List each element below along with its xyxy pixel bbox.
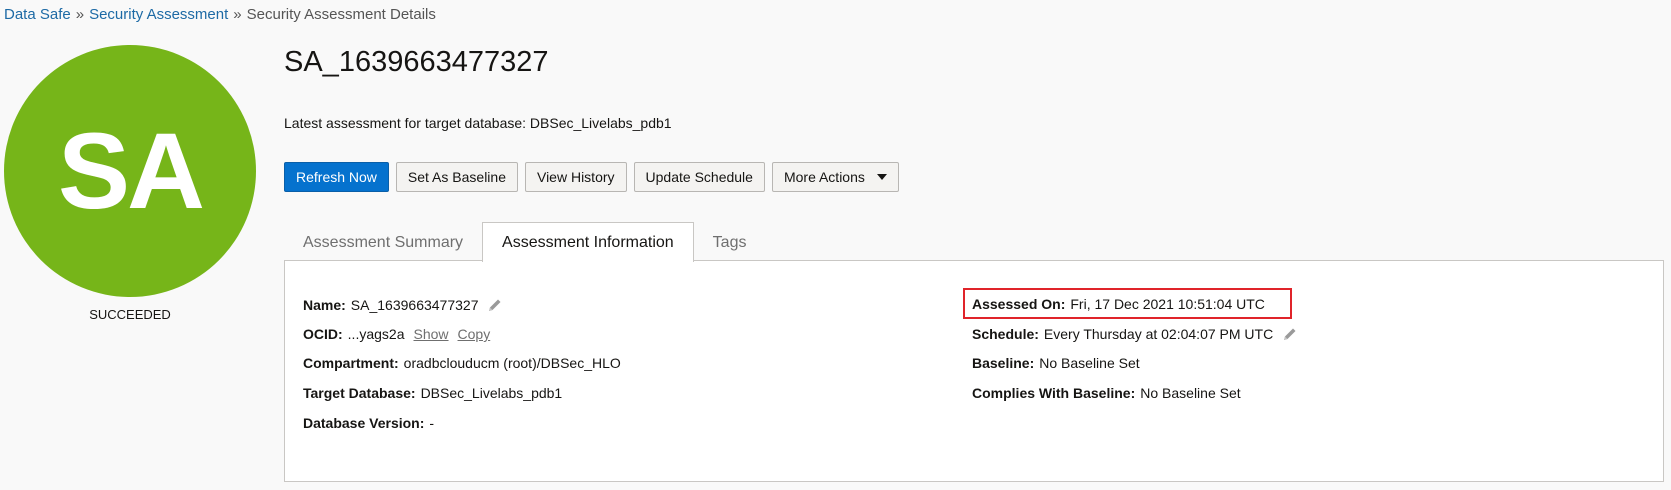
ocid-label: OCID:	[303, 326, 343, 342]
field-baseline: Baseline: No Baseline Set	[972, 355, 1140, 371]
baseline-value: No Baseline Set	[1039, 355, 1140, 371]
ocid-value: ...yags2a	[347, 326, 405, 342]
field-database-version: Database Version: -	[303, 415, 434, 431]
target-database-value: DBSec_Livelabs_pdb1	[420, 385, 563, 401]
tab-assessment-summary[interactable]: Assessment Summary	[284, 224, 482, 262]
name-label: Name:	[303, 297, 346, 313]
edit-name-pencil-icon[interactable]	[487, 297, 503, 313]
avatar: SA	[4, 45, 256, 297]
edit-schedule-pencil-icon[interactable]	[1282, 326, 1298, 342]
breadcrumb-separator: »	[233, 6, 242, 23]
baseline-label: Baseline:	[972, 355, 1035, 371]
page-title: SA_1639663477327	[284, 46, 549, 78]
schedule-label: Schedule:	[972, 326, 1039, 342]
schedule-value: Every Thursday at 02:04:07 PM UTC	[1043, 326, 1274, 342]
set-as-baseline-button[interactable]: Set As Baseline	[395, 162, 518, 192]
refresh-now-button[interactable]: Refresh Now	[284, 162, 389, 192]
compartment-value: oradbclouducm (root)/DBSec_HLO	[403, 355, 621, 371]
breadcrumb-separator: »	[75, 6, 85, 23]
compartment-label: Compartment:	[303, 355, 399, 371]
complies-with-baseline-value: No Baseline Set	[1140, 385, 1241, 401]
field-ocid: OCID: ...yags2a Show Copy	[303, 326, 490, 342]
breadcrumb-current: Security Assessment Details	[246, 6, 436, 23]
breadcrumb-data-safe[interactable]: Data Safe	[4, 6, 71, 23]
field-name: Name: SA_1639663477327	[303, 297, 503, 313]
update-schedule-button[interactable]: Update Schedule	[633, 162, 765, 192]
action-bar: Refresh Now Set As Baseline View History…	[284, 162, 899, 192]
field-compartment: Compartment: oradbclouducm (root)/DBSec_…	[303, 355, 621, 371]
database-version-label: Database Version:	[303, 415, 425, 431]
avatar-initials: SA	[57, 110, 205, 231]
target-database-label: Target Database:	[303, 385, 416, 401]
tab-bar: Assessment Summary Assessment Informatio…	[284, 222, 765, 262]
tab-tags[interactable]: Tags	[694, 224, 766, 262]
name-value: SA_1639663477327	[350, 297, 479, 313]
database-version-value: -	[429, 415, 435, 431]
breadcrumb: Data Safe» Security Assessment» Security A…	[4, 6, 436, 23]
page-subtitle: Latest assessment for target database: D…	[284, 115, 672, 131]
view-history-button[interactable]: View History	[524, 162, 627, 192]
more-actions-button[interactable]: More Actions	[771, 162, 899, 192]
assessed-on-highlight-box	[963, 288, 1292, 319]
tab-assessment-information[interactable]: Assessment Information	[482, 222, 694, 262]
breadcrumb-security-assessment[interactable]: Security Assessment	[89, 6, 228, 23]
field-schedule: Schedule: Every Thursday at 02:04:07 PM …	[972, 326, 1298, 342]
more-actions-label: More Actions	[783, 169, 865, 185]
status-label: SUCCEEDED	[89, 307, 171, 322]
field-complies-with-baseline: Complies With Baseline: No Baseline Set	[972, 385, 1241, 401]
ocid-show-link[interactable]: Show	[414, 326, 449, 342]
caret-down-icon	[876, 174, 887, 180]
field-target-database: Target Database: DBSec_Livelabs_pdb1	[303, 385, 562, 401]
ocid-copy-link[interactable]: Copy	[458, 326, 491, 342]
complies-with-baseline-label: Complies With Baseline:	[972, 385, 1136, 401]
